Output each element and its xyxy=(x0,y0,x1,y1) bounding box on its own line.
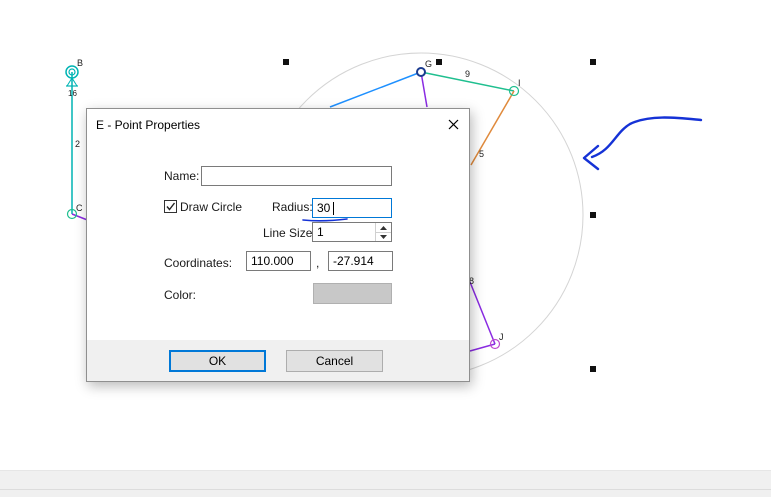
draw-circle-label: Draw Circle xyxy=(180,200,243,214)
dialog-title: E - Point Properties xyxy=(96,118,201,132)
selection-handle[interactable] xyxy=(590,366,596,372)
close-icon xyxy=(448,119,458,129)
point-label-g: G xyxy=(425,59,432,69)
line-size-label: Line Size: xyxy=(263,226,316,240)
ok-button[interactable]: OK xyxy=(169,350,266,372)
dialog-footer: OK Cancel xyxy=(87,340,469,381)
name-input[interactable] xyxy=(201,166,392,186)
selection-handle[interactable] xyxy=(436,59,442,65)
coordinate-separator: , xyxy=(316,256,320,270)
radius-label: Radius: xyxy=(272,200,313,214)
annotation-arrow xyxy=(582,116,703,171)
point-label-b: B xyxy=(77,58,83,68)
draw-circle-checkbox[interactable] xyxy=(164,200,177,213)
name-label: Name: xyxy=(164,169,200,183)
radius-input[interactable] xyxy=(312,198,392,218)
color-swatch-button[interactable] xyxy=(313,283,392,304)
selection-handle[interactable] xyxy=(283,59,289,65)
point-label-j: J xyxy=(499,332,504,342)
close-button[interactable] xyxy=(437,109,469,139)
link-g-e[interactable] xyxy=(329,71,422,108)
link-label-2: 2 xyxy=(75,139,80,149)
status-bar xyxy=(0,470,771,497)
dialog-titlebar[interactable]: E - Point Properties xyxy=(87,109,469,139)
color-label: Color: xyxy=(164,288,197,302)
link-j-e[interactable] xyxy=(469,343,496,352)
point-label-c: C xyxy=(76,203,83,213)
text-caret xyxy=(333,202,334,215)
link-label-5: 5 xyxy=(479,149,484,159)
checkmark-icon xyxy=(166,202,176,211)
line-size-spinner[interactable] xyxy=(375,223,391,241)
link-e-j[interactable] xyxy=(469,281,496,345)
link-label-9: 9 xyxy=(465,69,470,79)
link-i-e[interactable] xyxy=(470,90,515,166)
selection-handle[interactable] xyxy=(590,59,596,65)
chevron-up-icon xyxy=(380,225,387,230)
coordinate-x-input[interactable] xyxy=(246,251,311,271)
coordinates-label: Coordinates: xyxy=(164,256,233,270)
cancel-button[interactable]: Cancel xyxy=(286,350,383,372)
point-label-i: I xyxy=(518,78,521,88)
point-properties-dialog: E - Point Properties Name: Draw Circle R… xyxy=(86,108,470,382)
spin-down-button[interactable] xyxy=(376,232,391,241)
coordinate-y-input[interactable] xyxy=(328,251,393,271)
link-label-16: 16 xyxy=(68,89,77,98)
link-g-down[interactable] xyxy=(420,71,428,108)
selection-handle[interactable] xyxy=(590,212,596,218)
joint-g[interactable] xyxy=(416,67,426,77)
chevron-down-icon xyxy=(380,234,387,239)
